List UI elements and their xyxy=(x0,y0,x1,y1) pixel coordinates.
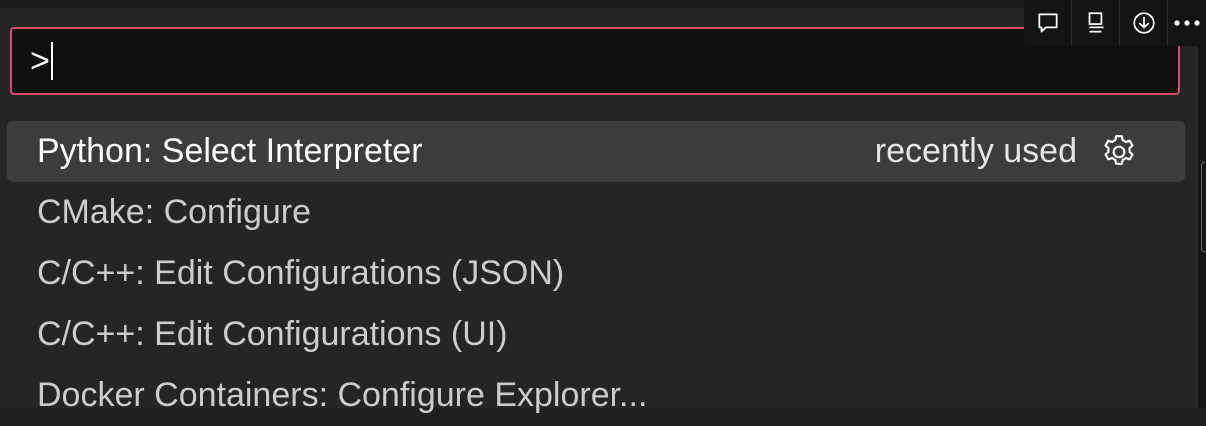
command-list: Python: Select Interpreter recently used… xyxy=(7,121,1185,426)
recently-used-label: recently used xyxy=(874,132,1077,170)
list-item-label: Python: Select Interpreter xyxy=(37,132,423,170)
list-item-edit-configurations-ui[interactable]: C/C++: Edit Configurations (UI) xyxy=(7,304,1185,365)
list-item-cmake-configure[interactable]: CMake: Configure xyxy=(7,182,1185,243)
list-item-label: C/C++: Edit Configurations (JSON) xyxy=(37,254,565,292)
list-item-docker-configure-explorer[interactable]: Docker Containers: Configure Explorer... xyxy=(7,365,1185,426)
comment-icon xyxy=(1035,10,1061,36)
list-item-label: Docker Containers: Configure Explorer... xyxy=(37,376,648,414)
command-palette-input-value[interactable]: > xyxy=(30,41,50,81)
more-icon xyxy=(1173,18,1201,28)
list-item-label: CMake: Configure xyxy=(37,193,312,231)
command-palette-input[interactable]: > xyxy=(10,27,1180,95)
layout-panel-icon xyxy=(1083,10,1109,36)
more-actions-button[interactable] xyxy=(1168,0,1206,46)
download-button[interactable] xyxy=(1120,0,1168,46)
comment-button[interactable] xyxy=(1024,0,1072,46)
scrollbar-thumb[interactable] xyxy=(1201,162,1205,252)
top-right-toolbar xyxy=(1024,0,1206,46)
command-palette: > Python: Select Interpreter recently us… xyxy=(0,8,1198,414)
list-item-python-select-interpreter[interactable]: Python: Select Interpreter recently used xyxy=(7,121,1185,182)
layout-button[interactable] xyxy=(1072,0,1120,46)
list-item-label: C/C++: Edit Configurations (UI) xyxy=(37,315,508,353)
gear-icon[interactable] xyxy=(1099,132,1139,172)
download-circle-icon xyxy=(1131,10,1157,36)
text-caret xyxy=(50,42,53,80)
list-item-edit-configurations-json[interactable]: C/C++: Edit Configurations (JSON) xyxy=(7,243,1185,304)
